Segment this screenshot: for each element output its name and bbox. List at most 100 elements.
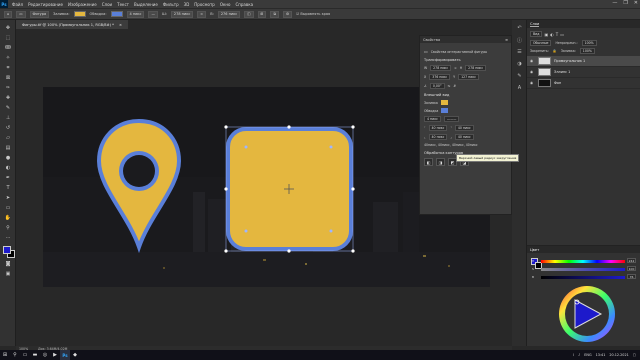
volume-icon[interactable]: ♪: [578, 353, 580, 357]
align-edges-checkbox[interactable]: ☑ Выровнять края: [296, 12, 330, 16]
eye-icon[interactable]: ◉: [530, 59, 535, 63]
stroke-style-select[interactable]: ———: [443, 116, 460, 122]
close-tab-icon[interactable]: ×: [119, 23, 122, 27]
clock-date[interactable]: 20.12.2021: [609, 353, 628, 357]
stroke-width-input[interactable]: 4 пикс: [126, 10, 145, 18]
history-icon[interactable]: ↶: [515, 24, 524, 32]
fill-field[interactable]: 100%: [579, 48, 595, 54]
gradient-tool-icon[interactable]: ▤: [3, 143, 13, 152]
notifications-icon[interactable]: ▢: [633, 353, 636, 357]
stroke-swatch[interactable]: [441, 108, 449, 113]
layer-row[interactable]: ◉ Фон: [527, 78, 640, 89]
color-swatches[interactable]: [2, 245, 16, 259]
color-wheel[interactable]: [557, 284, 617, 344]
y-field[interactable]: 127 пикс: [458, 74, 480, 80]
link-icon[interactable]: ∞: [454, 66, 457, 70]
height-input[interactable]: 276 пикс: [217, 10, 241, 18]
properties-icon[interactable]: ☰: [515, 48, 524, 56]
menu-view[interactable]: Просмотр: [194, 2, 215, 7]
flip-h-icon[interactable]: ⇋: [448, 84, 451, 88]
path-align-icon[interactable]: ⊞: [257, 10, 267, 18]
path-ops-icon[interactable]: ◫: [244, 10, 254, 18]
radius-top-left-field[interactable]: 40 пикс: [428, 125, 448, 131]
layer-name[interactable]: Эллипс 1: [554, 70, 570, 74]
magic-wand-tool-icon[interactable]: ✧: [3, 53, 13, 62]
browser-icon[interactable]: ◎: [40, 350, 50, 360]
filter-image-icon[interactable]: ▣: [544, 32, 548, 37]
brush-tool-icon[interactable]: ✎: [3, 103, 13, 112]
mode-select[interactable]: Фигура: [29, 10, 50, 18]
blur-tool-icon[interactable]: ●: [3, 153, 13, 162]
marquee-tool-icon[interactable]: ⬚: [3, 33, 13, 42]
menu-layers[interactable]: Слои: [102, 2, 112, 7]
language-indicator[interactable]: ENG: [584, 353, 591, 357]
combine-shapes-icon[interactable]: ◧: [424, 158, 433, 166]
shape-tool-icon[interactable]: ▭: [16, 10, 26, 18]
type-tool-icon[interactable]: T: [3, 183, 13, 192]
x-field[interactable]: 376 пикс: [429, 74, 451, 80]
flip-v-icon[interactable]: ⇵: [453, 84, 456, 88]
rectangle-tool-icon[interactable]: ▭: [3, 203, 13, 212]
menu-window[interactable]: Окно: [220, 2, 231, 7]
zoom-tool-icon[interactable]: ⚲: [3, 223, 13, 232]
radius-bottom-left-field[interactable]: 40 пикс: [428, 134, 448, 140]
layers-tab[interactable]: Слои: [530, 22, 540, 27]
minimize-button[interactable]: —: [612, 0, 617, 6]
brush-settings-icon[interactable]: ✎: [515, 72, 524, 80]
clone-stamp-tool-icon[interactable]: ⊥: [3, 113, 13, 122]
blend-mode-select[interactable]: Обычные: [530, 40, 552, 46]
opacity-field[interactable]: 100%: [581, 40, 597, 46]
history-brush-tool-icon[interactable]: ↺: [3, 123, 13, 132]
clock-time[interactable]: 13:41: [596, 353, 606, 357]
menu-image[interactable]: Изображение: [68, 2, 97, 7]
fill-swatch[interactable]: [73, 11, 86, 17]
dodge-tool-icon[interactable]: ◐: [3, 163, 13, 172]
saturation-slider[interactable]: [541, 268, 625, 271]
lasso-tool-icon[interactable]: ↂ: [3, 43, 13, 52]
move-tool-icon[interactable]: ✥: [3, 23, 13, 32]
adjustments-icon[interactable]: ◑: [515, 60, 524, 68]
maximize-button[interactable]: ❐: [623, 0, 627, 6]
document-tab[interactable]: Фигуры.tif @ 100% (Прямоугольник 1, RGB/…: [16, 20, 128, 29]
menu-3d[interactable]: 3D: [184, 2, 190, 7]
layer-name[interactable]: Прямоугольник 1: [554, 59, 585, 63]
photoshop-taskbar-icon[interactable]: Ps: [60, 350, 70, 360]
radius-top-right-field[interactable]: 40 пикс: [454, 125, 474, 131]
home-icon[interactable]: ⌂: [4, 10, 13, 18]
eyedropper-tool-icon[interactable]: ✑: [3, 83, 13, 92]
width-field[interactable]: 278 пикс: [430, 65, 452, 71]
gear-icon[interactable]: ⚙: [282, 10, 293, 18]
character-icon[interactable]: A: [515, 84, 524, 92]
fill-swatch[interactable]: [440, 100, 448, 105]
subtract-front-icon[interactable]: ◨: [436, 158, 445, 166]
menu-select[interactable]: Выделение: [134, 2, 158, 7]
stroke-swatch[interactable]: [110, 11, 123, 17]
more-tools-icon[interactable]: ···: [3, 233, 13, 242]
foreground-color[interactable]: [3, 246, 11, 254]
filter-type-icon[interactable]: T: [556, 32, 558, 37]
width-input[interactable]: 278 пикс: [170, 10, 194, 18]
menu-edit[interactable]: Редактирование: [28, 2, 63, 7]
start-icon[interactable]: ⊞: [0, 350, 10, 360]
pen-tool-icon[interactable]: ✒: [3, 173, 13, 182]
angle-field[interactable]: 0,00°: [429, 83, 445, 89]
quick-mask-icon[interactable]: ◙: [3, 259, 13, 268]
hue-value[interactable]: 242: [627, 258, 636, 263]
ps-logo[interactable]: Ps: [0, 0, 8, 8]
app-icon[interactable]: ◆: [70, 350, 80, 360]
transform-section-title[interactable]: Трансформировать: [424, 58, 507, 62]
explorer-icon[interactable]: ▬: [30, 350, 40, 360]
screen-mode-icon[interactable]: ▣: [3, 269, 13, 278]
stroke-type-select[interactable]: —: [148, 10, 158, 18]
healing-brush-tool-icon[interactable]: ✚: [3, 93, 13, 102]
search-icon[interactable]: ⚲: [10, 350, 20, 360]
layer-name[interactable]: Фон: [554, 81, 561, 85]
appearance-section-title[interactable]: Внешний вид: [424, 93, 507, 97]
height-field[interactable]: 278 пикс: [465, 65, 487, 71]
layer-row[interactable]: ◉ Эллипс 1: [527, 67, 640, 78]
media-icon[interactable]: ▶: [50, 350, 60, 360]
layer-filter-select[interactable]: Вид: [530, 31, 543, 37]
menu-file[interactable]: Файл: [12, 2, 23, 7]
layer-row[interactable]: ◉ Прямоугольник 1: [527, 56, 640, 67]
filter-shape-icon[interactable]: ▭: [560, 32, 564, 37]
